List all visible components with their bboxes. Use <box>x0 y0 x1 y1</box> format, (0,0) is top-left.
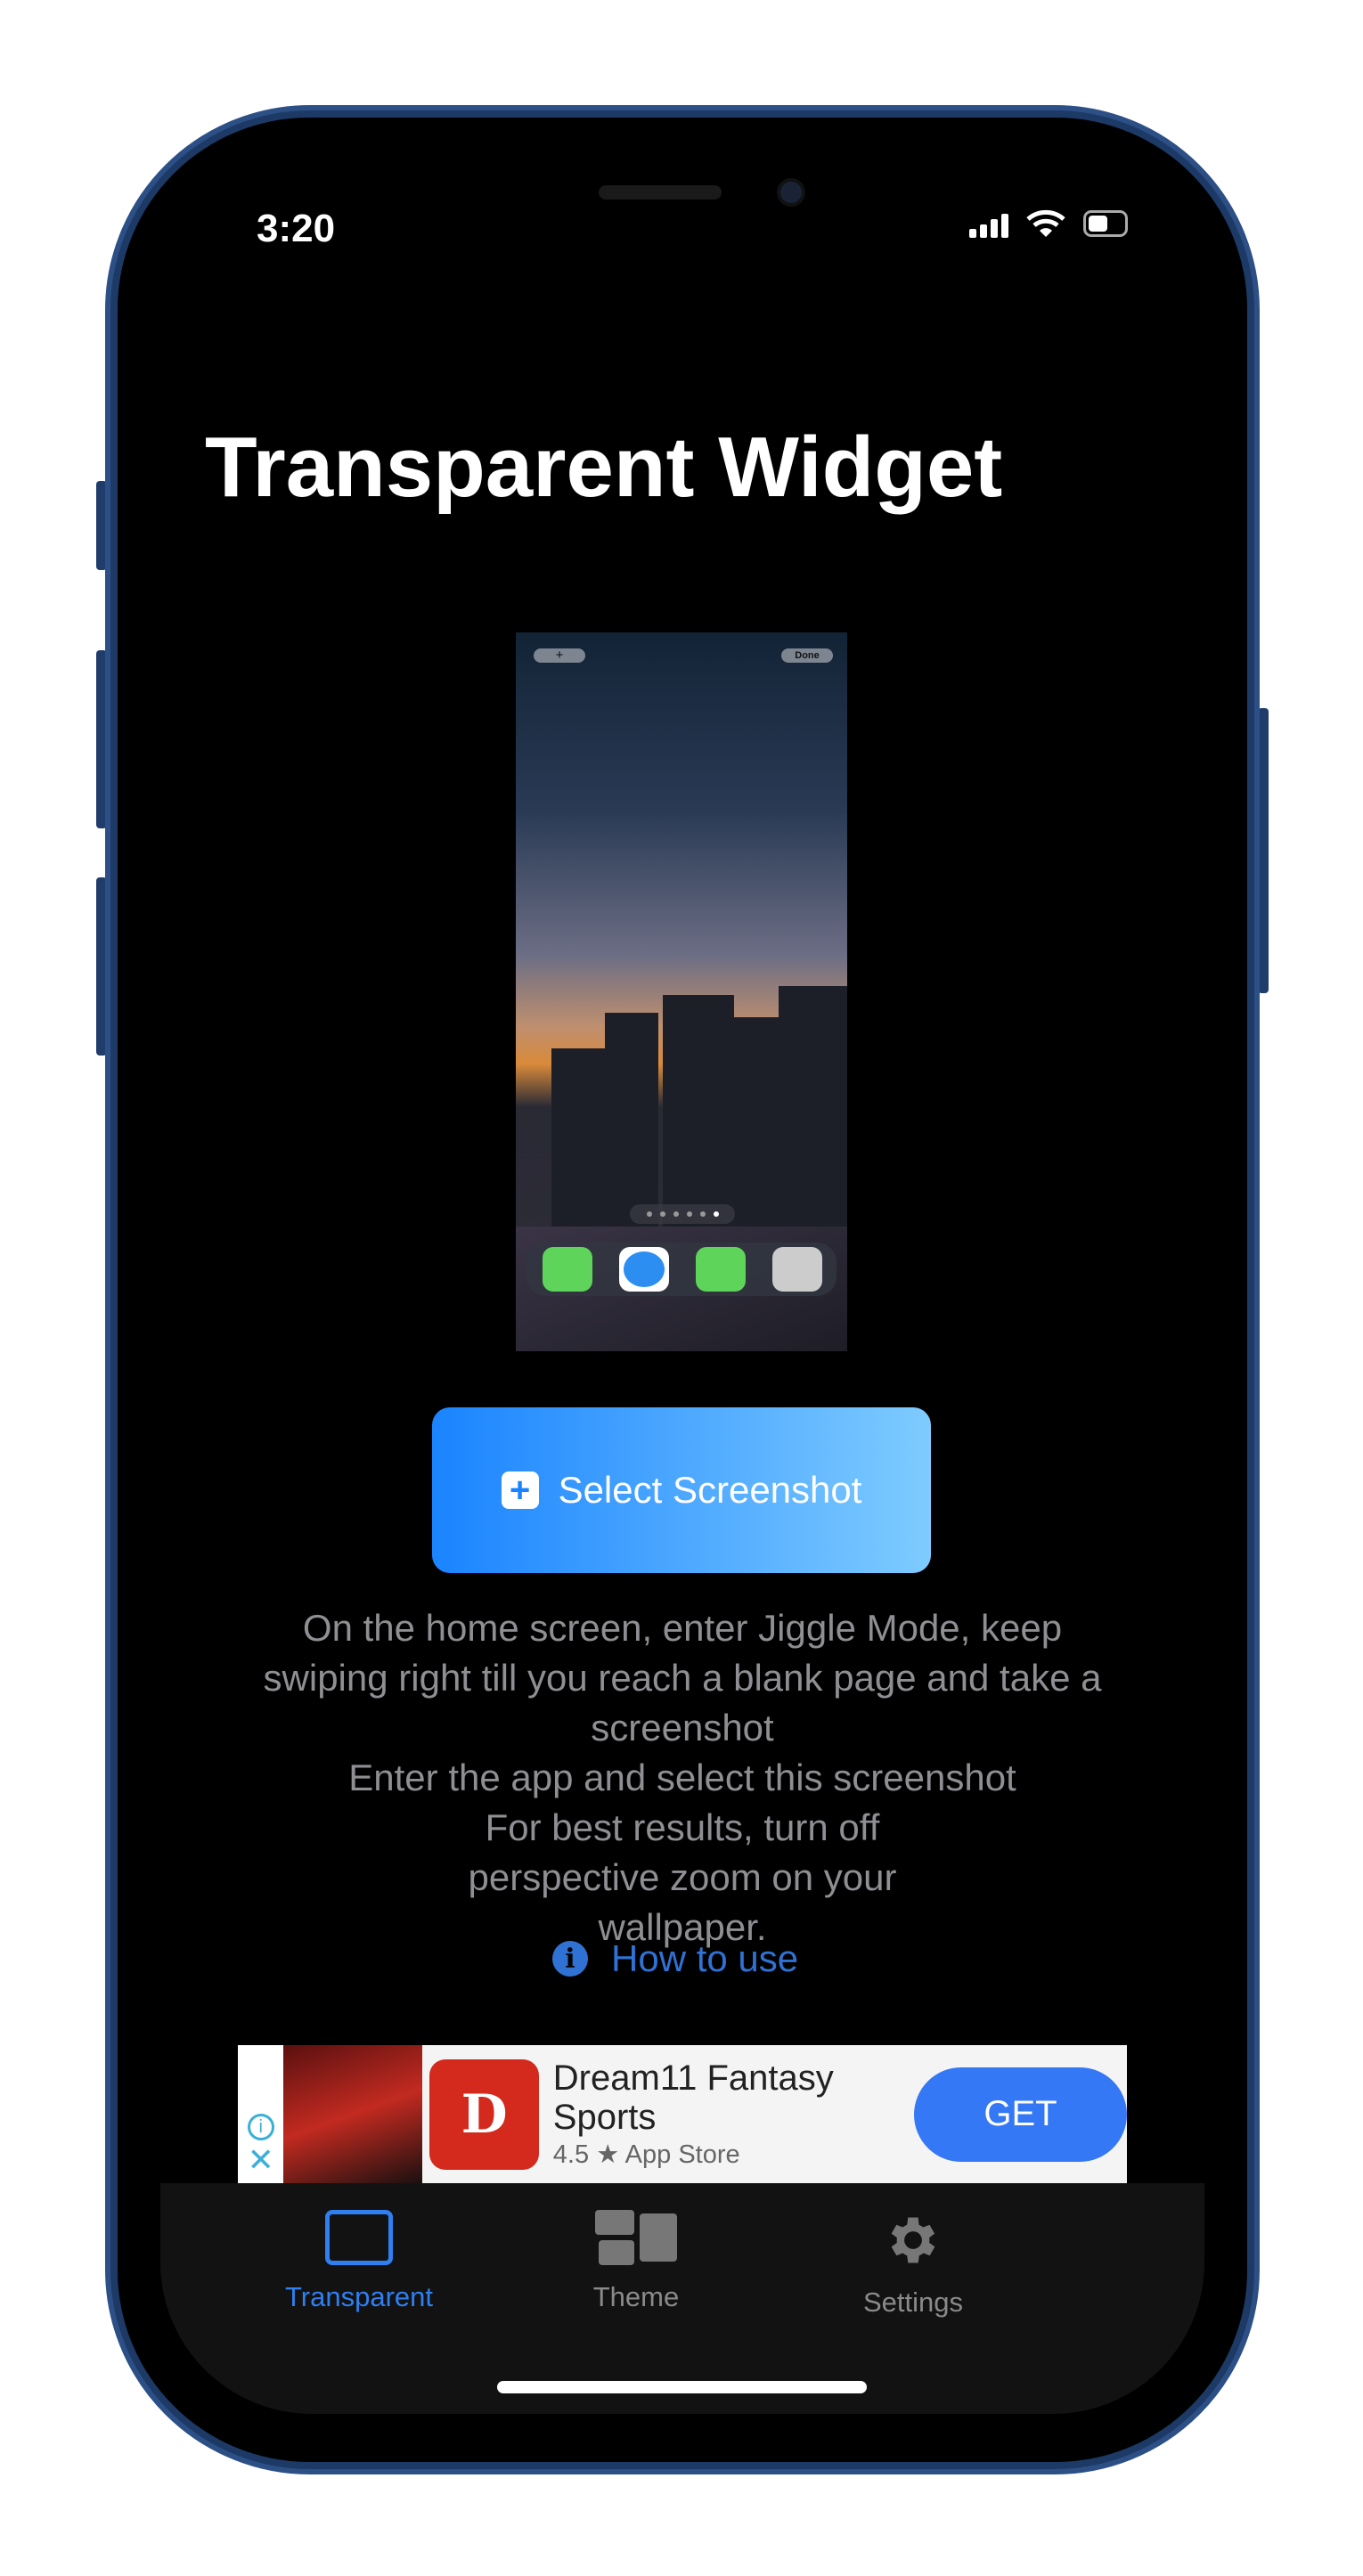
ad-rating: 4.5 <box>552 2140 590 2169</box>
instructions: On the home screen, enter Jiggle Mode, k… <box>196 1603 1169 1952</box>
dream11-logo: D <box>429 2058 539 2170</box>
ad-close-icon[interactable]: ✕ <box>248 2144 274 2176</box>
preview-done-button: Done <box>781 648 833 663</box>
transparent-frame-icon <box>325 2210 393 2265</box>
info-icon: i <box>552 1941 588 1977</box>
page-dots <box>630 1204 735 1224</box>
wifi-icon <box>1026 209 1065 237</box>
instruction-line: For best results, turn off perspective z… <box>468 1806 897 1948</box>
select-screenshot-button[interactable]: + Select Screenshot <box>432 1407 931 1573</box>
how-to-use-label: How to use <box>611 1937 799 1979</box>
gear-icon <box>891 2217 935 2263</box>
theme-grid-icon <box>595 2210 677 2265</box>
front-camera <box>777 178 805 207</box>
phone-screen: 3:20 Transparent Widget + Done + Select … <box>160 125 1204 2414</box>
plus-square-icon: + <box>501 1471 539 1509</box>
screenshot-preview[interactable]: + Done <box>516 632 847 1351</box>
page-title: Transparent Widget <box>205 420 1003 515</box>
preview-add-button: + <box>534 648 585 663</box>
select-screenshot-label: Select Screenshot <box>558 1469 862 1511</box>
status-time: 3:20 <box>257 207 336 250</box>
speaker-grille <box>599 185 722 200</box>
tab-label: Transparent <box>285 2281 433 2312</box>
tab-settings[interactable]: Settings <box>779 2210 1047 2319</box>
home-indicator[interactable] <box>497 2381 867 2393</box>
ad-store: App Store <box>624 2140 740 2169</box>
ad-title: Dream11 Fantasy Sports <box>552 2058 834 2137</box>
instruction-line: Enter the app and select this screenshot <box>348 1757 1016 1798</box>
tab-transparent[interactable]: Transparent <box>225 2210 493 2313</box>
safari-icon <box>619 1247 669 1292</box>
ad-info-icon[interactable]: i <box>247 2114 274 2140</box>
tab-label: Settings <box>862 2287 963 2318</box>
tab-label: Theme <box>592 2281 680 2312</box>
tab-bar: Transparent Theme Settings <box>160 2183 1204 2414</box>
ad-banner[interactable]: i ✕ D Dream11 Fantasy Sports 4.5 ★ App S… <box>238 2045 1127 2183</box>
phone-icon <box>543 1247 592 1292</box>
battery-icon <box>1083 210 1128 237</box>
tab-theme[interactable]: Theme <box>502 2210 770 2313</box>
cellular-signal-icon <box>969 214 1008 238</box>
ad-image <box>283 2045 423 2183</box>
camera-icon <box>772 1247 822 1292</box>
instruction-line: On the home screen, enter Jiggle Mode, k… <box>263 1607 1102 1749</box>
how-to-use-link[interactable]: i How to use <box>552 1937 798 1980</box>
whatsapp-icon <box>696 1247 746 1292</box>
ad-get-button[interactable]: GET <box>914 2067 1127 2162</box>
star-icon: ★ <box>596 2140 620 2169</box>
